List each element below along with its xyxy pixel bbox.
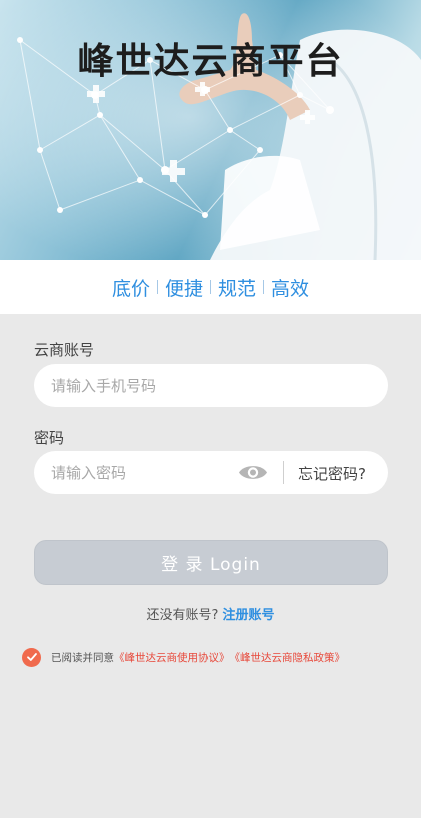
register-prompt: 还没有账号? bbox=[146, 608, 223, 623]
slogan-item-convenient: 便捷 bbox=[164, 277, 203, 300]
password-label: 密码 bbox=[34, 429, 65, 447]
password-input[interactable] bbox=[34, 450, 243, 495]
app-title: 峰世达云商平台 bbox=[77, 41, 344, 82]
privacy-policy-link[interactable]: 《峰世达云商隐私政策》 bbox=[230, 650, 346, 665]
slogan-divider bbox=[263, 280, 265, 294]
slogan-bar: 底价 便捷 规范 高效 bbox=[0, 260, 421, 314]
slogan-item-standard: 规范 bbox=[218, 277, 257, 300]
checkmark-icon bbox=[26, 653, 37, 661]
register-prompt-line: 还没有账号? 注册账号 bbox=[0, 604, 421, 623]
register-link[interactable]: 注册账号 bbox=[223, 608, 275, 623]
eye-icon[interactable] bbox=[238, 463, 268, 482]
account-label: 云商账号 bbox=[34, 341, 95, 359]
slogan-item-price: 底价 bbox=[111, 277, 150, 300]
field-divider bbox=[283, 461, 284, 484]
slogan-item-efficient: 高效 bbox=[271, 277, 310, 300]
slogan-divider bbox=[210, 280, 211, 294]
terms-of-use-link[interactable]: 《峰世达云商使用协议》 bbox=[114, 650, 230, 665]
phone-input[interactable] bbox=[34, 363, 373, 408]
phone-field-container bbox=[34, 363, 388, 408]
slogan-divider bbox=[156, 280, 158, 294]
agreement-text: 已阅读并同意 bbox=[51, 651, 114, 664]
login-button[interactable]: 登 录 Login bbox=[34, 540, 388, 585]
password-field-container: 忘记密码? bbox=[34, 450, 388, 495]
forgot-password-link[interactable]: 忘记密码? bbox=[298, 463, 366, 484]
agreement-row: 已阅读并同意 《峰世达云商使用协议》 《峰世达云商隐私政策》 bbox=[22, 647, 345, 667]
agreement-checkbox[interactable] bbox=[22, 647, 41, 667]
header-banner: 峰世达云商平台 bbox=[0, 0, 421, 260]
